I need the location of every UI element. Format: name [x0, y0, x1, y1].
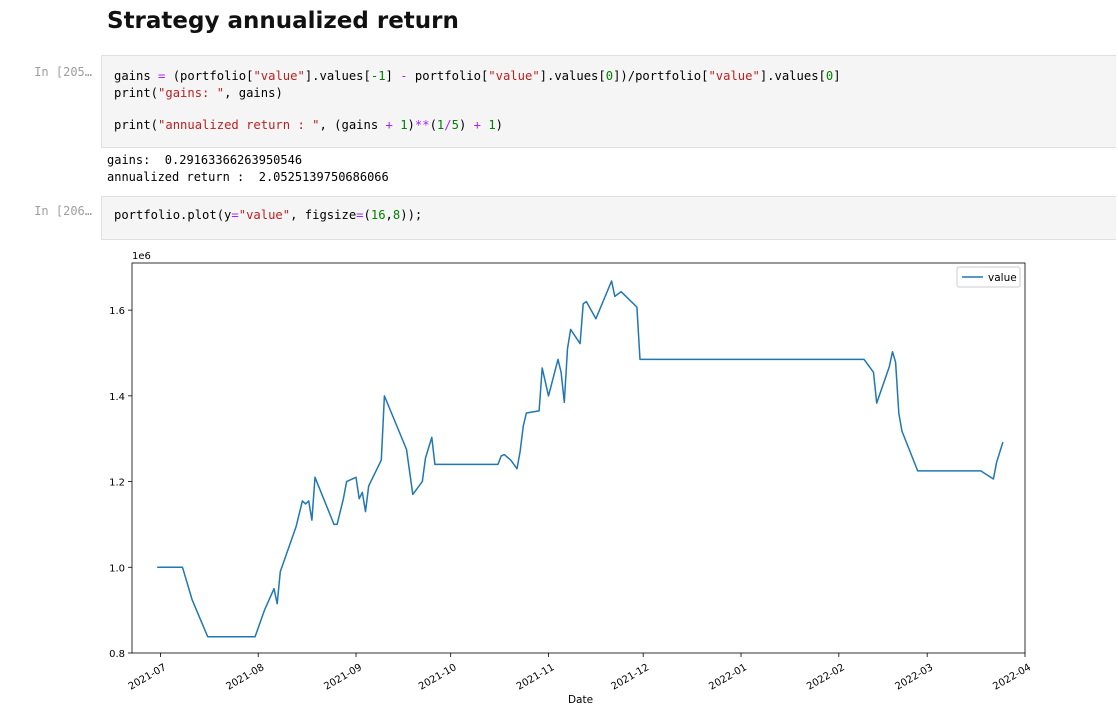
cell-prompt: In [205…	[34, 65, 92, 79]
code-token: "value"	[238, 208, 291, 222]
code-token: ]	[385, 69, 401, 83]
code-token: =	[231, 208, 239, 222]
code-token: "gains: "	[158, 86, 225, 100]
code-token: print(	[114, 86, 159, 100]
x-tick-label: 2021-10	[417, 662, 459, 692]
code-token: portfolio.plot(y	[114, 208, 232, 222]
cell-prompt: In [206…	[34, 204, 92, 218]
y-tick-label: 1.6	[109, 306, 125, 317]
x-tick-label: 2022-04	[991, 662, 1033, 692]
code-token: "value"	[708, 69, 760, 83]
code-line: gains = (portfolio["value"].values[-1] -…	[114, 69, 841, 83]
code-token: ));	[400, 208, 423, 222]
code-token: ].values[	[539, 69, 606, 83]
code-token: 5	[451, 118, 459, 132]
code-token: print(	[114, 118, 159, 132]
code-token: , (gains	[319, 118, 386, 132]
x-tick-label: 2021-08	[225, 662, 267, 692]
code-token: +	[385, 118, 393, 132]
code-token: +	[473, 118, 481, 132]
code-token: (	[429, 118, 437, 132]
code-token: "value"	[253, 69, 305, 83]
code-line: print("annualized return : ", (gains + 1…	[114, 118, 503, 132]
code-token: "annualized return : "	[158, 118, 320, 132]
y-tick-label: 0.8	[109, 649, 125, 660]
legend-box	[956, 266, 1021, 288]
code-cell[interactable]: portfolio.plot(y="value", figsize=(16,8)…	[101, 196, 1116, 240]
code-token: ,	[385, 208, 393, 222]
x-tick-label: 2022-02	[805, 662, 847, 692]
series-line-value	[157, 280, 1004, 638]
code-token: ]	[833, 69, 841, 83]
x-tick-label: 2021-09	[322, 662, 364, 692]
code-line: portfolio.plot(y="value", figsize=(16,8)…	[114, 208, 422, 222]
code-token: )	[495, 118, 504, 132]
code-token: ].values[	[304, 69, 371, 83]
code-token: portfolio[	[407, 69, 489, 83]
code-token: (	[363, 208, 371, 222]
code-line: print("gains: ", gains)	[114, 86, 283, 100]
code-token: )	[407, 118, 415, 132]
code-token: (portfolio[	[165, 69, 254, 83]
output-line: annualized return : 2.0525139750686066	[107, 170, 389, 184]
code-token: )	[458, 118, 474, 132]
x-tick-label: 2021-11	[515, 662, 557, 692]
plot-frame	[131, 262, 1026, 654]
code-token: 1	[400, 118, 408, 132]
y-tick-label: 1.0	[109, 563, 125, 574]
x-tick-label: 2022-03	[893, 662, 935, 692]
code-token: 16	[370, 208, 386, 222]
x-tick-label: 2021-07	[127, 662, 169, 692]
y-tick-label: 1.2	[109, 478, 125, 489]
output-line: gains: 0.29163366263950546	[107, 153, 303, 167]
page-heading: Strategy annualized return	[107, 8, 459, 34]
code-token: , gains)	[224, 86, 283, 100]
code-cell[interactable]: gains = (portfolio["value"].values[-1] -…	[101, 55, 1116, 148]
y-tick-label: 1.4	[109, 392, 125, 403]
x-tick-label: 2022-01	[707, 662, 749, 692]
code-token: gains	[114, 69, 159, 83]
code-token: ].values[	[759, 69, 826, 83]
x-axis-label: Date	[568, 694, 593, 706]
code-token: =	[356, 208, 364, 222]
x-tick-label: 2021-12	[609, 662, 651, 692]
code-token: -1	[370, 69, 386, 83]
code-token: /	[444, 118, 452, 132]
legend-label: value	[988, 272, 1017, 284]
code-token: , figsize	[290, 208, 357, 222]
code-token: 1	[488, 118, 496, 132]
code-token: **	[414, 118, 430, 132]
code-token: ])/portfolio[	[613, 69, 709, 83]
code-token: "value"	[488, 69, 540, 83]
axis-scale-label: 1e6	[132, 251, 151, 262]
code-token: -	[400, 69, 408, 83]
code-token: 0	[605, 69, 614, 83]
